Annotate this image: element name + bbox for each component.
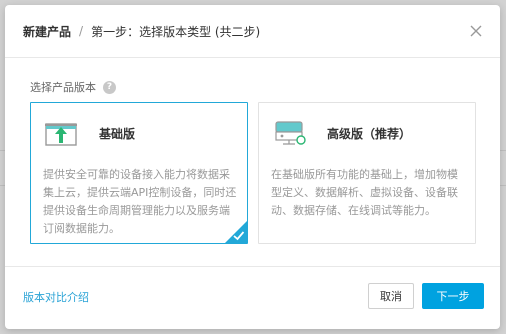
version-label-text: 选择产品版本 [30, 81, 96, 94]
card-header: 高级版（推荐） [273, 119, 411, 147]
footer-divider [5, 266, 500, 267]
next-step-button[interactable]: 下一步 [422, 283, 484, 309]
title-separator: / [79, 24, 84, 38]
version-compare-link[interactable]: 版本对比介绍 [23, 289, 89, 305]
cancel-button[interactable]: 取消 [368, 283, 414, 309]
create-product-dialog: 新建产品 / 第一步：选择版本类型 (共二步) 选择产品版本 ? 基础版 提供安… [5, 5, 500, 329]
card-description: 在基础版所有功能的基础上，增加物模型定义、数据解析、虚拟设备、设备联动、数据存储… [271, 168, 458, 217]
version-card-basic[interactable]: 基础版 提供安全可靠的设备接入能力将数据采集上云，提供云端API控制设备，同时还… [30, 102, 248, 244]
device-icon [275, 121, 306, 145]
close-icon[interactable] [468, 23, 484, 39]
upload-icon [45, 123, 77, 146]
card-title: 基础版 [99, 126, 136, 141]
step-indicator: 第一步：选择版本类型 (共二步) [91, 24, 261, 39]
card-description: 提供安全可靠的设备接入能力将数据采集上云，提供云端API控制设备，同时还提供设备… [43, 168, 237, 235]
card-header: 基础版 [45, 119, 135, 147]
dialog-header: 新建产品 / 第一步：选择版本类型 (共二步) [5, 5, 500, 58]
version-section-label: 选择产品版本 ? [30, 79, 116, 95]
version-card-advanced[interactable]: 高级版（推荐） 在基础版所有功能的基础上，增加物模型定义、数据解析、虚拟设备、设… [258, 102, 476, 244]
selected-check-icon [225, 221, 247, 243]
dialog-title: 新建产品 [23, 24, 72, 39]
help-icon[interactable]: ? [103, 80, 116, 94]
card-title: 高级版（推荐） [327, 126, 412, 141]
